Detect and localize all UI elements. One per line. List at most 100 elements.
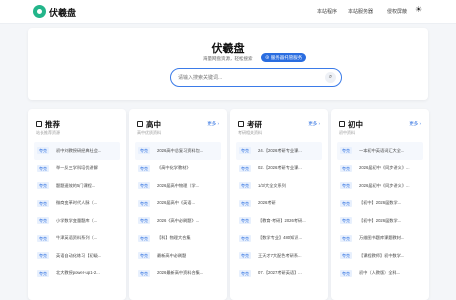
- list-item[interactable]: 夸克 2026《高中必刷题》...: [135, 212, 221, 230]
- logo-icon[interactable]: [33, 5, 46, 18]
- more-link[interactable]: 更多 ›: [409, 121, 421, 127]
- item-title: 2026届初中《同步讲义》...: [359, 182, 410, 188]
- source-tag: 夸克: [37, 217, 49, 225]
- source-tag: 夸克: [37, 269, 49, 277]
- brand-name[interactable]: 伏羲盘: [49, 6, 76, 19]
- server-hosting-badge[interactable]: ⊕ 服务器托管服务: [261, 53, 307, 62]
- nav-link-server[interactable]: 本站服务器: [348, 8, 373, 15]
- source-tag: 夸克: [340, 269, 352, 277]
- section-card-middle-school: 初中 初中资料 更多 › 夸克 一本初中英语词汇大全... 夸克 2026届初中《同…: [331, 109, 429, 300]
- list-item[interactable]: 夸克 2026高中总复习资料包...: [135, 142, 221, 160]
- item-title: 初中（人教版）全科...: [359, 270, 401, 276]
- source-tag: 夸克: [239, 164, 251, 172]
- source-tag: 夸克: [37, 199, 49, 207]
- list-item[interactable]: 夸克 2026届高中物理（学...: [135, 177, 221, 195]
- list-item[interactable]: 夸克 《高中化学教材》: [135, 160, 221, 178]
- source-tag: 夸克: [239, 234, 251, 242]
- list-item[interactable]: 夸克 【教育-考研】2026考研...: [236, 212, 322, 230]
- list-item[interactable]: 夸克 牛津英语资料系列（...: [34, 230, 120, 248]
- list-item[interactable]: 夸克 1/3/大全文系列: [236, 177, 322, 195]
- list-item[interactable]: 夸克 万维图书题库课题教材...: [337, 230, 423, 248]
- list-item[interactable]: 夸克 初中刘教授研经典社会...: [34, 142, 120, 160]
- list-item[interactable]: 夸克 王天才7大配色考研系...: [236, 247, 322, 265]
- section-icon: [36, 121, 42, 127]
- item-title: 举一反三学科培优讲解: [56, 165, 98, 171]
- list-item[interactable]: 夸克 【科】物理大合集: [135, 230, 221, 248]
- list-item[interactable]: 夸克 2026届高中《英语...: [135, 195, 221, 213]
- source-tag: 夸克: [37, 182, 49, 190]
- section-subtitle: 站长推荐资源: [36, 130, 60, 135]
- item-title: 王天才7大配色考研系...: [258, 252, 302, 258]
- section-subtitle: 高中优质资料: [137, 130, 161, 135]
- source-tag: 夸克: [239, 269, 251, 277]
- list-item[interactable]: 夸克 【初中】2026届数学...: [337, 212, 423, 230]
- section-icon: [339, 121, 345, 127]
- list-item[interactable]: 夸克 举一反三学科培优讲解: [34, 160, 120, 178]
- source-tag: 夸克: [340, 182, 352, 190]
- nav-link-program[interactable]: 本站程序: [317, 8, 337, 15]
- item-title: 北大教授power-up1-2...: [56, 270, 100, 276]
- source-tag: 夸克: [138, 234, 150, 242]
- list-item[interactable]: 夸克 北大教授power-up1-2...: [34, 265, 120, 283]
- list-item[interactable]: 夸克 一本初中英语词汇大全...: [337, 142, 423, 160]
- source-tag: 夸克: [340, 252, 352, 260]
- item-title: 微商变革时代人脉（...: [56, 200, 98, 206]
- section-title: 高中: [146, 120, 161, 129]
- item-title: 2026考研: [258, 200, 276, 206]
- source-tag: 夸克: [239, 199, 251, 207]
- item-title: 【初中】2026届数学...: [359, 200, 402, 206]
- list-item[interactable]: 夸克 微商变革时代人脉（...: [34, 195, 120, 213]
- sun-icon[interactable]: ☀: [415, 5, 422, 14]
- list-item[interactable]: 夸克 英语自动化练习【初级...: [34, 247, 120, 265]
- list-item[interactable]: 夸克 【数学专业】480知识...: [236, 230, 322, 248]
- section-icon: [238, 121, 244, 127]
- section-card-recommend: 推荐 站长推荐资源 夸克 初中刘教授研经典社会... 夸克 举一反三学科培优讲解 夸…: [28, 109, 126, 300]
- list-item[interactable]: 夸克 07.【2027考研英语】...: [236, 265, 322, 283]
- section-icon: [137, 121, 143, 127]
- list-item[interactable]: 夸克 小学数学变量题库（...: [34, 212, 120, 230]
- more-link[interactable]: 更多 ›: [308, 121, 320, 127]
- item-title: 1/3/大全文系列: [258, 182, 286, 188]
- list-item[interactable]: 夸克 2026考研: [236, 195, 322, 213]
- source-tag: 夸克: [239, 182, 251, 190]
- section-subtitle: 初中资料: [339, 130, 355, 135]
- list-item[interactable]: 夸克 2026最新高中资料合集...: [135, 265, 221, 283]
- search-input[interactable]: [178, 73, 318, 83]
- item-title: 小学数学变量题库（...: [56, 217, 98, 223]
- section-subtitle: 考研相关资料: [238, 130, 262, 135]
- search-icon[interactable]: ⌕: [325, 72, 336, 83]
- source-tag: 夸克: [37, 147, 49, 155]
- list-item[interactable]: 夸克 【课程教师】初中数学...: [337, 247, 423, 265]
- list-item[interactable]: 夸克 题题速效的5门课程...: [34, 177, 120, 195]
- item-title: 2026届初中《同步讲义》...: [359, 165, 410, 171]
- list-item[interactable]: 夸克 2026届初中《同步讲义》...: [337, 177, 423, 195]
- source-tag: 夸克: [138, 217, 150, 225]
- section-title: 考研: [247, 120, 262, 129]
- list-item[interactable]: 夸克 02.【2026考研专业课...: [236, 160, 322, 178]
- list-item[interactable]: 夸克 24.【2026考研专业课...: [236, 142, 322, 160]
- nav-link-blocking[interactable]: 侵权屏蔽: [387, 8, 407, 15]
- item-title: 牛津英语资料系列（...: [56, 235, 98, 241]
- more-link[interactable]: 更多 ›: [207, 121, 219, 127]
- section-card-high-school: 高中 高中优质资料 更多 › 夸克 2026高中总复习资料包... 夸克《高中化学…: [129, 109, 227, 300]
- source-tag: 夸克: [239, 217, 251, 225]
- list-item[interactable]: 夸克 最新高中必刷题: [135, 247, 221, 265]
- source-tag: 夸克: [138, 147, 150, 155]
- list-item[interactable]: 夸克 2026届初中《同步讲义》...: [337, 160, 423, 178]
- list-item[interactable]: 夸克 初中（人教版）全科...: [337, 265, 423, 283]
- item-title: 英语自动化练习【初级...: [56, 252, 102, 258]
- source-tag: 夸克: [138, 182, 150, 190]
- server-hosting-badge-label: 服务器托管服务: [270, 55, 303, 60]
- list-item[interactable]: 夸克 【初中】2026届数学...: [337, 195, 423, 213]
- item-title: 02.【2026考研专业课...: [258, 165, 302, 171]
- source-tag: 夸克: [340, 234, 352, 242]
- source-tag: 夸克: [138, 164, 150, 172]
- item-title: 初中刘教授研经典社会...: [56, 147, 102, 153]
- item-title: 万维图书题库课题教材...: [359, 235, 405, 241]
- section-card-postgrad: 考研 考研相关资料 更多 › 夸克 24.【2026考研专业课... 夸克 02.【…: [230, 109, 328, 300]
- source-tag: 夸克: [340, 147, 352, 155]
- source-tag: 夸克: [239, 252, 251, 260]
- item-title: 《高中化学教材》: [157, 165, 191, 171]
- item-title: 题题速效的5门课程...: [56, 182, 96, 188]
- item-title: 2026届高中《英语...: [157, 200, 195, 206]
